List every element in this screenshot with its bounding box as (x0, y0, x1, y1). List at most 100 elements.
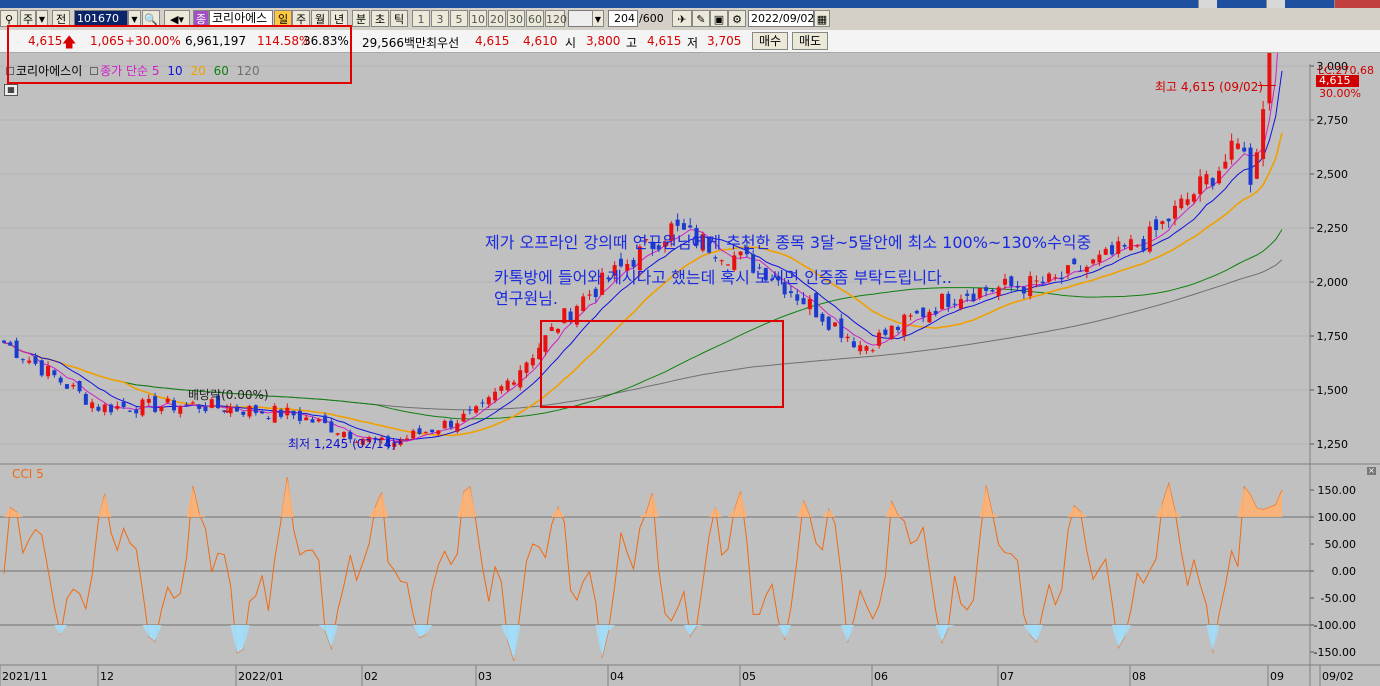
candle-body (1116, 241, 1121, 254)
candle-body (52, 370, 57, 376)
candle-body (1028, 276, 1033, 297)
price-axis-label: 2,500 (1317, 168, 1349, 181)
date-input[interactable]: 2022/09/02 (748, 10, 814, 27)
candle-body (1009, 276, 1014, 287)
candle-body (713, 257, 718, 259)
candle-body (90, 402, 95, 409)
period-button-4[interactable]: 분 (352, 10, 370, 27)
candle-body (165, 398, 170, 403)
close-icon[interactable] (1334, 0, 1380, 8)
candle-body (96, 406, 101, 411)
price-axis-label: 2,750 (1317, 114, 1349, 127)
candle-body (877, 332, 882, 346)
date-axis-label: 07 (1000, 670, 1014, 683)
interval-button-10[interactable]: 10 (469, 10, 487, 27)
candle-body (266, 417, 271, 419)
candle-body (253, 405, 258, 413)
candle-body (1166, 218, 1171, 222)
tools-icon[interactable]: ✈ (672, 10, 692, 27)
candle-body (184, 404, 189, 406)
candle-body (1002, 278, 1007, 285)
candle-body (423, 431, 428, 433)
candle-body (807, 299, 812, 310)
candle-body (833, 322, 838, 327)
candle-body (2, 340, 6, 343)
date-axis-label: 08 (1132, 670, 1146, 683)
grid-toggle-icon[interactable]: ▦ (4, 84, 18, 96)
candle-body (272, 405, 277, 423)
candle-body (719, 260, 724, 262)
best-ask: 4,615 (475, 34, 510, 48)
candle-body (310, 419, 315, 423)
candle-body (1248, 147, 1253, 185)
candle-body (675, 219, 680, 226)
period-button-5[interactable]: 초 (371, 10, 389, 27)
candle-body (587, 294, 592, 296)
candle-body (159, 406, 164, 412)
candle-body (908, 315, 913, 317)
candle-body (1179, 198, 1184, 209)
candle-body (486, 397, 491, 405)
date-axis-label: 12 (100, 670, 114, 683)
low-label: 저 (687, 36, 699, 50)
sell-button[interactable]: 매도 (792, 32, 828, 50)
candle-body (1154, 219, 1159, 231)
period-button-6[interactable]: 틱 (390, 10, 408, 27)
interval-button-1[interactable]: 1 (412, 10, 430, 27)
candle-body (801, 298, 806, 305)
buy-button[interactable]: 매수 (752, 32, 788, 50)
candle-body (285, 407, 290, 416)
candle-body (581, 296, 586, 312)
candle-body (1078, 270, 1083, 272)
interval-button-5[interactable]: 5 (450, 10, 468, 27)
open-price: 3,800 (586, 34, 621, 48)
candle-body (1103, 248, 1108, 255)
close-panel-icon[interactable]: × (1367, 467, 1376, 475)
interval-button-30[interactable]: 30 (507, 10, 525, 27)
drawing-icon[interactable]: ✎ (692, 10, 710, 27)
gear-icon[interactable]: ⚙ (728, 10, 746, 27)
candle-body (1128, 239, 1133, 251)
candle-body (1261, 109, 1266, 160)
candle-body (851, 341, 856, 348)
candle-body (1172, 205, 1177, 219)
price-axis-label: 2,250 (1317, 222, 1349, 235)
candle-body (33, 356, 38, 364)
pct-tag: 30.00% (1319, 87, 1361, 100)
save-icon[interactable]: ▣ (710, 10, 728, 27)
chevron-down-icon[interactable]: ▼ (592, 10, 604, 27)
interval-button-20[interactable]: 20 (488, 10, 506, 27)
maximize-icon[interactable] (1266, 0, 1285, 8)
candle-body (958, 299, 963, 309)
candle-body (965, 293, 970, 296)
interval-button-120[interactable]: 120 (545, 10, 567, 27)
date-axis-label: 04 (610, 670, 624, 683)
interval-button-3[interactable]: 3 (431, 10, 449, 27)
candle-body (1267, 53, 1272, 104)
candle-body (927, 311, 932, 323)
bar-count-input[interactable]: 204 (608, 10, 638, 27)
candle-body (688, 225, 693, 228)
candle-body (109, 404, 114, 413)
candle-body (1204, 174, 1209, 185)
calendar-icon[interactable]: ▦ (814, 10, 830, 27)
candle-body (946, 293, 951, 307)
candle-body (260, 411, 265, 414)
candle-body (291, 410, 296, 416)
candle-body (895, 326, 900, 330)
candle-body (839, 318, 844, 338)
candle-body (568, 311, 573, 321)
candle-body (480, 402, 485, 404)
candle-body (826, 316, 831, 330)
candle-body (996, 287, 1001, 297)
candle-body (864, 346, 869, 351)
cci-label: CCI 5 (12, 467, 44, 481)
minimize-icon[interactable] (1198, 0, 1217, 8)
price-axis-label: 1,500 (1317, 384, 1349, 397)
candle-body (178, 406, 183, 414)
comment-line-3: 연구원님. (494, 289, 558, 308)
interval-button-60[interactable]: 60 (526, 10, 544, 27)
candle-body (1185, 199, 1190, 205)
candle-body (71, 384, 76, 387)
candle-body (316, 419, 321, 422)
